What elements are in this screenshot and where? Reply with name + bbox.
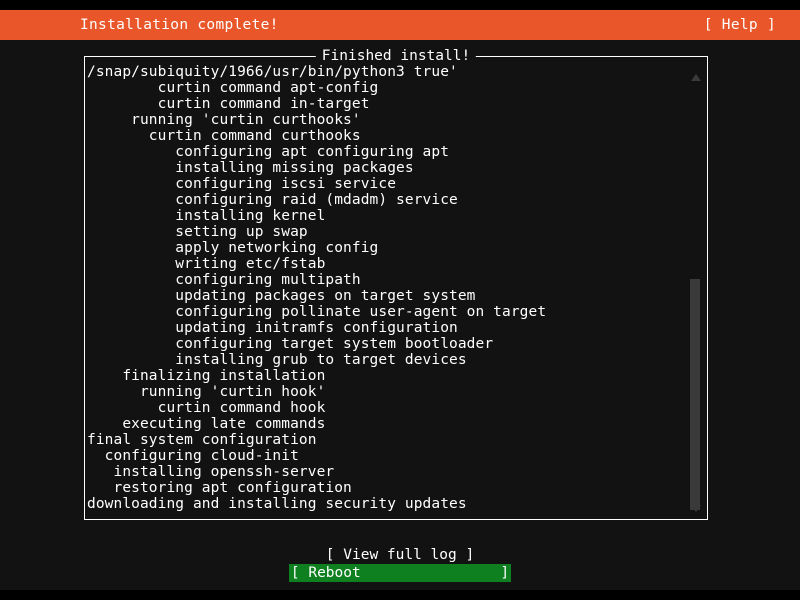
installer-screen: Installation complete! [ Help ] Finished… [0,0,800,600]
log-line: writing etc/fstab [87,256,326,272]
scrollbar-thumb[interactable] [690,279,700,510]
install-log-scrollbar[interactable] [688,62,704,514]
log-line: configuring pollinate user-agent on targ… [87,304,547,320]
page-title: Installation complete! [80,16,279,33]
log-line: installing openssh-server [87,464,335,480]
log-line: curtin command in-target [87,96,370,112]
log-line: configuring cloud-init [87,448,299,464]
log-line: updating initramfs configuration [87,320,458,336]
log-line: setting up swap [87,224,308,240]
log-line: installing missing packages [87,160,414,176]
help-button[interactable]: [ Help ] [704,18,776,33]
log-line: executing late commands [87,416,326,432]
log-line: running 'curtin hook' [87,384,326,400]
log-line: apply networking config [87,240,379,256]
log-line: installing kernel [87,208,326,224]
log-line: final system configuration [87,432,317,448]
reboot-button[interactable]: [ Reboot ] [288,564,512,582]
view-full-log-button[interactable]: [ View full log ] [326,546,474,564]
log-line: configuring apt configuring apt [87,144,450,160]
footer-button-group: [ View full log ] [ Reboot ] [0,546,800,582]
log-line: curtin command hook [87,400,326,416]
install-log-viewport: /snap/subiquity/1966/usr/bin/python3 tru… [85,64,685,514]
install-log-panel: Finished install! /snap/subiquity/1966/u… [84,48,708,520]
header-bar: Installation complete! [ Help ] [0,10,800,40]
log-line: configuring multipath [87,272,361,288]
scroll-up-arrow-icon[interactable] [691,74,701,81]
terminal-surface: Installation complete! [ Help ] Finished… [0,10,800,590]
log-line: configuring iscsi service [87,176,397,192]
log-line: curtin command apt-config [87,80,379,96]
install-log-panel-title: Finished install! [315,48,477,64]
log-line: configuring raid (mdadm) service [87,192,458,208]
log-line: curtin command curthooks [87,128,361,144]
log-line: restoring apt configuration [87,480,352,496]
log-line: running 'curtin curthooks' [87,112,361,128]
log-line: installing grub to target devices [87,352,467,368]
log-line: /snap/subiquity/1966/usr/bin/python3 tru… [87,64,458,80]
log-line: configuring target system bootloader [87,336,494,352]
log-line: finalizing installation [87,368,326,384]
log-line: downloading and installing security upda… [87,496,467,512]
scroll-down-arrow-icon[interactable] [691,505,701,512]
log-line: updating packages on target system [87,288,476,304]
